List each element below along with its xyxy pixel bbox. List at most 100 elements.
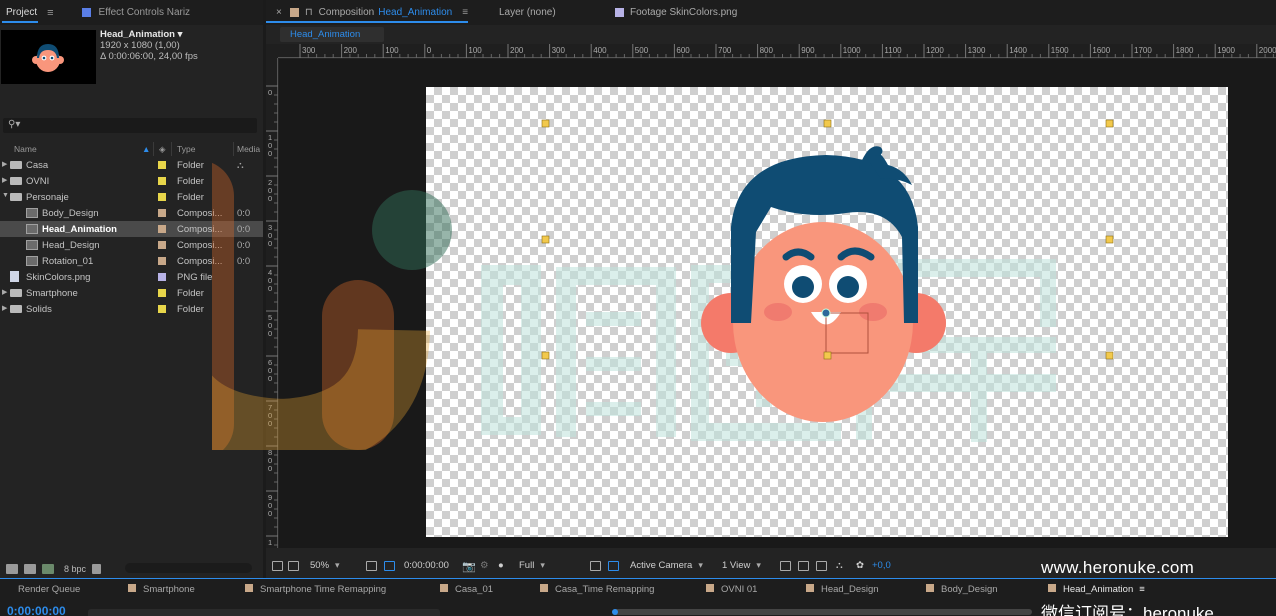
snapshot-icon[interactable]: 📷	[462, 560, 476, 573]
region-of-interest-icon[interactable]	[590, 561, 601, 571]
ruler-label: 200	[510, 46, 524, 55]
new-composition-icon[interactable]	[42, 563, 54, 574]
safe-margins-icon[interactable]	[366, 561, 377, 571]
footage-icon	[615, 8, 624, 17]
exposure-reset-icon[interactable]: ✿	[856, 560, 864, 571]
ruler-label-digit: 0	[268, 546, 272, 548]
ruler-label-digit: 0	[268, 464, 272, 473]
timeline-tab-ovni-01[interactable]: OVNI 01	[706, 584, 757, 595]
label-color-swatch[interactable]	[158, 209, 166, 217]
viewer-menu-icon[interactable]: ≡	[462, 7, 468, 18]
label-column-icon[interactable]: ◈	[159, 144, 166, 155]
timeline-tab-label: Casa_Time Remapping	[555, 584, 655, 595]
ruler-label: 1300	[968, 46, 986, 55]
sort-ascending-icon[interactable]: ▲	[142, 144, 150, 154]
timeline-tab-casa-01[interactable]: Casa_01	[440, 584, 493, 595]
navigator-handle[interactable]	[612, 609, 618, 615]
folder-icon	[10, 193, 22, 201]
color-channel-icon[interactable]: ●	[498, 560, 504, 571]
expand-icon[interactable]: ▶	[2, 176, 7, 184]
project-item-type: Folder	[177, 288, 204, 299]
resolution-dropdown[interactable]: Full	[519, 560, 545, 571]
label-color-swatch[interactable]	[158, 161, 166, 169]
label-color-swatch[interactable]	[158, 177, 166, 185]
active-tab-indicator	[266, 21, 468, 23]
label-color-swatch[interactable]	[158, 289, 166, 297]
project-item-type: Folder	[177, 160, 204, 171]
comp-info-resolution: 1920 x 1080 (1,00)	[100, 40, 180, 51]
viewer-tabs: × ⊓ Composition Head_Animation ≡ Layer (…	[266, 0, 1276, 25]
label-color-swatch[interactable]	[158, 273, 166, 281]
tab-footage[interactable]: Footage SkinColors.png	[615, 0, 737, 25]
project-item-name: Head_Animation	[42, 224, 117, 235]
project-item-name: Body_Design	[42, 208, 99, 219]
ruler-label-digit: 0	[268, 509, 272, 518]
fast-previews-icon[interactable]	[798, 561, 809, 571]
collapse-icon[interactable]: ▼	[2, 192, 9, 199]
timeline-tab-head-design[interactable]: Head_Design	[806, 584, 879, 595]
timeline-tab-render-queue[interactable]: Render Queue	[18, 584, 80, 595]
label-color-swatch[interactable]	[158, 257, 166, 265]
close-icon[interactable]: ×	[276, 7, 282, 18]
zoom-dropdown[interactable]: 50%	[310, 560, 340, 571]
timeline-timecode[interactable]: 0:00:00:00	[7, 604, 66, 616]
new-folder-icon[interactable]	[24, 563, 36, 574]
timeline-tab-body-design[interactable]: Body_Design	[926, 584, 998, 595]
tab-footage-label: Footage SkinColors.png	[630, 7, 738, 18]
timeline-tab-smartphone-time-remapping[interactable]: Smartphone Time Remapping	[245, 584, 386, 595]
project-scrollbar[interactable]	[125, 563, 252, 573]
label-color-swatch[interactable]	[158, 241, 166, 249]
timeline-navigator[interactable]	[612, 609, 1032, 615]
interpret-footage-icon[interactable]	[6, 563, 18, 574]
views-dropdown[interactable]: 1 View	[722, 560, 761, 571]
timeline-tab-label: Body_Design	[941, 584, 998, 595]
show-snapshot-icon[interactable]: ⚙	[480, 560, 489, 571]
exposure-value[interactable]: +0,0	[872, 560, 891, 571]
timeline-search-input[interactable]	[88, 609, 440, 616]
tab-layer[interactable]: Layer (none)	[499, 0, 556, 25]
label-color-swatch[interactable]	[158, 193, 166, 201]
timeline-tab-head-animation[interactable]: Head_Animation ≡	[1048, 584, 1145, 595]
timeline-icon[interactable]	[816, 561, 827, 571]
image-file-icon	[10, 271, 19, 282]
project-item-name: Solids	[26, 304, 52, 315]
viewer-timecode[interactable]: 0:00:00:00	[404, 560, 449, 571]
bit-depth-button[interactable]: 8 bpc	[64, 564, 86, 574]
timeline-tab-label: Casa_01	[455, 584, 494, 595]
timeline-tab-smartphone[interactable]: Smartphone	[128, 584, 195, 595]
lock-icon[interactable]: ⊓	[305, 7, 313, 18]
ruler-label: 800	[760, 46, 774, 55]
ruler-label: 100	[385, 46, 399, 55]
always-preview-icon[interactable]	[272, 561, 283, 571]
composition-icon	[706, 584, 714, 592]
ruler-label: 1900	[1217, 46, 1235, 55]
expand-icon[interactable]: ▶	[2, 288, 7, 296]
ruler-label: 400	[593, 46, 607, 55]
ruler-label: 200	[344, 46, 358, 55]
project-item-name: Casa	[26, 160, 49, 171]
timeline-tab-casa-time-remapping[interactable]: Casa_Time Remapping	[540, 584, 654, 595]
timeline-menu-icon[interactable]: ≡	[1139, 584, 1145, 595]
composition-icon	[128, 584, 136, 592]
project-search-input[interactable]: ⚲▾	[3, 118, 257, 133]
project-item-name: Rotation_01	[42, 256, 94, 267]
transparency-grid-icon[interactable]	[608, 561, 619, 571]
monitor-icon[interactable]	[288, 561, 299, 571]
trash-icon[interactable]	[92, 563, 102, 574]
camera-dropdown[interactable]: Active Camera	[630, 560, 703, 571]
watermark-logo	[212, 162, 452, 450]
comp-navigator-tab[interactable]: Head_Animation	[280, 27, 384, 42]
panel-menu-icon[interactable]: ≡	[47, 7, 53, 19]
column-name[interactable]: Name	[14, 144, 37, 154]
label-color-swatch[interactable]	[158, 225, 166, 233]
expand-icon[interactable]: ▶	[2, 304, 7, 312]
mask-visibility-icon[interactable]	[384, 561, 395, 571]
label-color-swatch[interactable]	[158, 305, 166, 313]
ruler-corner	[266, 44, 278, 58]
tab-effect-controls[interactable]: Effect Controls Nariz	[76, 0, 197, 25]
toggle-pixel-aspect-icon[interactable]	[780, 561, 791, 571]
expand-icon[interactable]: ▶	[2, 160, 7, 168]
flowchart-icon[interactable]: ⛬	[836, 560, 843, 571]
column-type[interactable]: Type	[177, 144, 195, 154]
composition-icon	[26, 224, 38, 234]
